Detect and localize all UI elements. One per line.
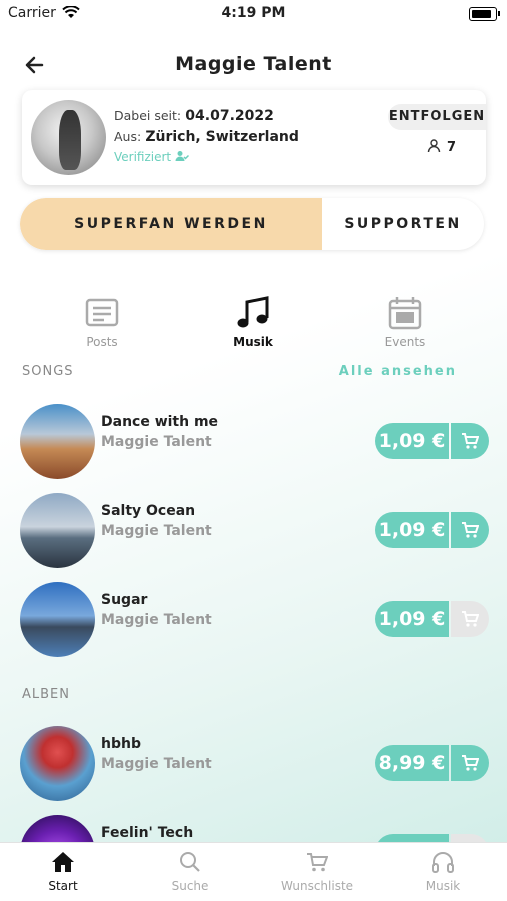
tab-musik[interactable]: Musik [208,295,298,349]
battery-icon [469,7,497,21]
cart-icon [462,433,479,449]
since-value: 04.07.2022 [185,108,274,124]
album-title: Feelin' Tech [101,825,194,841]
followers-count: 7 [427,138,456,155]
search-icon [180,852,200,872]
song-title: Dance with me [101,414,219,430]
song-artist: Maggie Talent [101,523,212,539]
nav-wunschliste[interactable]: Wunschliste [254,851,380,893]
song-title: Salty Ocean [101,503,196,519]
unfollow-button[interactable]: ENTFOLGEN [388,104,486,130]
posts-icon [85,298,119,327]
cart-icon [462,611,479,627]
nav-suche[interactable]: Suche [127,851,253,893]
nav-musik-label: Musik [425,879,461,893]
albums-heading: ALBEN [22,687,70,702]
support-button[interactable]: SUPPORTEN [322,198,484,250]
cart-icon [307,853,328,872]
page-title: Maggie Talent [175,53,332,75]
bottom-nav: Start Suche Wunschliste Musik [0,842,507,901]
followers-icon [428,139,441,153]
price-button[interactable]: 8,99 € [375,745,449,781]
add-to-cart-button[interactable] [451,423,489,459]
followers-value: 7 [446,140,456,155]
album-title: hbhb [101,736,141,752]
song-artist: Maggie Talent [101,612,212,628]
profile-card: Dabei seit: 04.07.2022 Aus: Zürich, Swit… [22,90,486,185]
see-all-link[interactable]: Alle ansehen [339,364,457,379]
calendar-icon [388,297,422,330]
add-to-cart-button[interactable] [451,512,489,548]
home-icon [52,852,74,872]
avatar [31,100,106,175]
album-cover [20,726,95,801]
song-cover [20,493,95,568]
nav-musik[interactable]: Musik [380,851,506,893]
list-item[interactable]: Salty Ocean Maggie Talent 1,09 € [20,493,490,569]
album-artist: Maggie Talent [101,756,212,772]
clock: 4:19 PM [221,5,286,21]
tab-posts-label: Posts [86,335,118,349]
nav-start-label: Start [48,879,78,893]
headphones-icon [432,852,454,873]
list-item[interactable]: Sugar Maggie Talent 1,09 € [20,582,490,658]
songs-heading: SONGS [22,364,74,379]
nav-start[interactable]: Start [0,851,126,893]
content-tabs: Posts Musik Events [0,295,507,355]
from-label: Aus: [114,129,142,144]
add-to-cart-button[interactable] [451,601,489,637]
cart-icon [462,755,479,771]
price-button[interactable]: 1,09 € [375,601,449,637]
song-cover [20,582,95,657]
from-value: Zürich, Switzerland [145,129,299,145]
cart-icon [462,522,479,538]
price-button[interactable]: 1,09 € [375,423,449,459]
song-title: Sugar [101,592,148,608]
song-cover [20,404,95,479]
song-artist: Maggie Talent [101,434,212,450]
list-item[interactable]: Dance with me Maggie Talent 1,09 € [20,404,490,480]
tab-musik-label: Musik [233,335,273,349]
since-label: Dabei seit: [114,108,182,123]
nav-wunschliste-label: Wunschliste [280,879,354,893]
nav-suche-label: Suche [171,879,209,893]
price-button[interactable]: 1,09 € [375,512,449,548]
tab-posts[interactable]: Posts [57,295,147,349]
superfan-button[interactable]: SUPERFAN WERDEN [20,198,322,250]
status-bar: Carrier 4:19 PM [0,0,507,28]
verified-label: Verifiziert [114,150,172,164]
verified-user-icon [175,151,189,161]
tab-events-label: Events [384,335,426,349]
add-to-cart-button[interactable] [451,745,489,781]
music-note-icon [237,296,269,328]
cta-toggle: SUPERFAN WERDEN SUPPORTEN [20,198,484,250]
list-item[interactable]: hbhb Maggie Talent 8,99 € [20,726,490,802]
tab-events[interactable]: Events [360,295,450,349]
header: Maggie Talent [0,40,507,90]
